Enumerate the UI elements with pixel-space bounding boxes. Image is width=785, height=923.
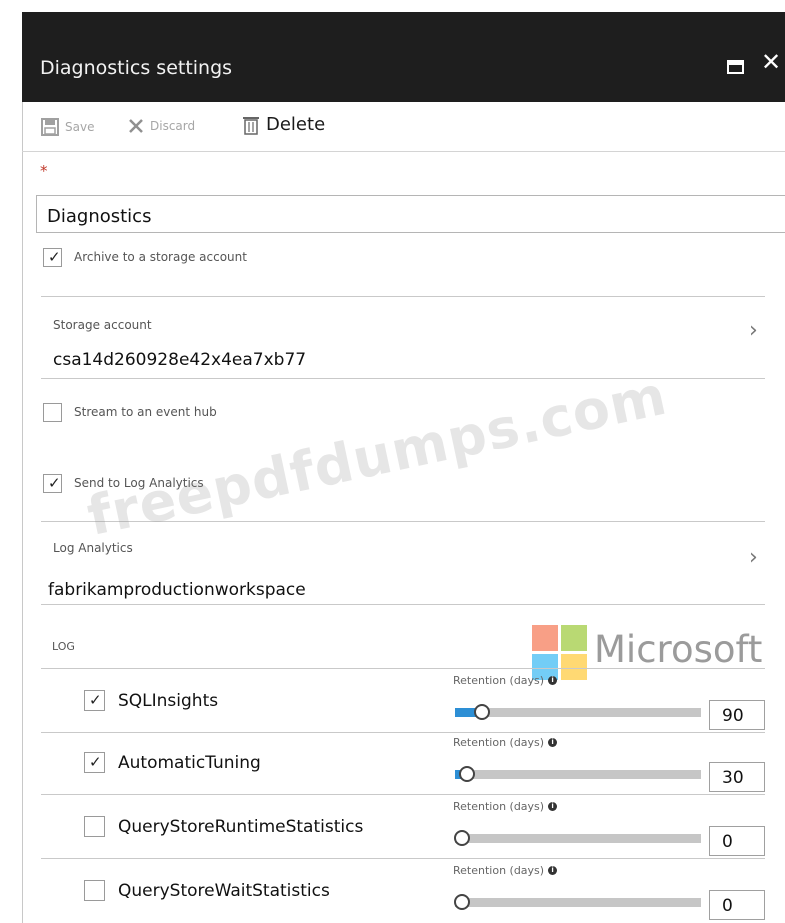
log-analytics-value[interactable]: fabrikamproductionworkspace: [48, 580, 306, 600]
retention-label: Retention (days) i: [453, 800, 558, 813]
retention-slider[interactable]: [454, 894, 701, 910]
retention-slider[interactable]: [455, 704, 701, 720]
retention-label-text: Retention (days): [453, 800, 545, 813]
storage-account-value[interactable]: csa14d260928e42x4ea7xb77: [53, 350, 306, 370]
discard-button[interactable]: Discard: [128, 118, 195, 134]
close-icon[interactable]: ✕: [761, 50, 781, 74]
panel-border: [22, 102, 23, 923]
info-icon[interactable]: i: [548, 738, 558, 747]
divider: [41, 604, 765, 605]
log-category-label: SQLInsights: [118, 691, 219, 711]
delete-label: Delete: [266, 114, 326, 135]
save-button[interactable]: Save: [41, 118, 94, 136]
divider: [41, 296, 765, 297]
discard-label: Discard: [150, 119, 196, 133]
retention-days-input[interactable]: 90: [709, 700, 765, 730]
name-input[interactable]: Diagnostics: [36, 195, 785, 233]
log-category-checkbox[interactable]: [84, 880, 105, 901]
microsoft-brand-text: Microsoft: [594, 628, 763, 671]
discard-icon: [129, 119, 143, 133]
divider: [41, 732, 765, 733]
event-hub-label: Stream to an event hub: [74, 405, 217, 419]
log-analytics-checkbox[interactable]: ✓: [43, 474, 62, 493]
retention-label: Retention (days) i: [453, 864, 558, 877]
event-hub-checkbox[interactable]: [43, 403, 62, 422]
logo-square: [532, 625, 558, 651]
logo-square: [561, 625, 587, 651]
log-category-checkbox[interactable]: ✓: [84, 752, 105, 773]
check-icon: ✓: [89, 691, 102, 709]
archive-label: Archive to a storage account: [74, 250, 247, 264]
retention-slider[interactable]: [454, 830, 701, 846]
slider-thumb[interactable]: [454, 830, 471, 846]
divider: [41, 794, 765, 795]
check-icon: ✓: [89, 753, 102, 771]
retention-days-input[interactable]: 0: [709, 890, 765, 920]
retention-label-text: Retention (days): [453, 736, 545, 749]
logo-square: [561, 654, 587, 680]
slider-thumb[interactable]: [474, 704, 491, 720]
log-category-label: AutomaticTuning: [118, 753, 261, 773]
slider-thumb[interactable]: [454, 894, 471, 910]
retention-days-input[interactable]: 0: [709, 826, 765, 856]
info-icon[interactable]: i: [548, 676, 558, 685]
top-strip: [0, 0, 785, 12]
slider-thumb[interactable]: [459, 766, 476, 782]
maximize-icon[interactable]: [727, 60, 744, 74]
log-analytics-caption: Log Analytics: [53, 541, 133, 555]
trash-icon: [243, 116, 259, 135]
divider: [41, 668, 765, 669]
check-icon: ✓: [48, 474, 61, 492]
log-category-checkbox[interactable]: [84, 816, 105, 837]
log-category-label: QueryStoreWaitStatistics: [118, 881, 330, 901]
save-icon: [41, 118, 59, 136]
retention-label-text: Retention (days): [453, 864, 545, 877]
chevron-right-icon[interactable]: ›: [749, 318, 758, 343]
title-bar: Diagnostics settings ✕: [22, 12, 785, 102]
archive-checkbox[interactable]: ✓: [43, 248, 62, 267]
toolbar: Save Discard Delete: [22, 102, 785, 152]
log-category-checkbox[interactable]: ✓: [84, 690, 105, 711]
save-label: Save: [65, 120, 95, 134]
retention-days-input[interactable]: 30: [709, 762, 765, 792]
storage-caption: Storage account: [53, 318, 152, 332]
chevron-right-icon[interactable]: ›: [749, 545, 758, 570]
retention-label-text: Retention (days): [453, 674, 545, 687]
required-indicator: *: [40, 162, 48, 180]
info-icon[interactable]: i: [548, 802, 558, 811]
log-section-label: LOG: [52, 640, 75, 653]
divider: [41, 858, 765, 859]
page-title: Diagnostics settings: [40, 57, 233, 79]
retention-label: Retention (days) i: [453, 674, 558, 687]
retention-label: Retention (days) i: [453, 736, 558, 749]
info-icon[interactable]: i: [548, 866, 558, 875]
log-category-label: QueryStoreRuntimeStatistics: [118, 817, 364, 837]
retention-slider[interactable]: [455, 766, 701, 782]
microsoft-logo: [532, 625, 588, 681]
delete-button[interactable]: Delete: [242, 114, 325, 135]
check-icon: ✓: [48, 248, 61, 266]
